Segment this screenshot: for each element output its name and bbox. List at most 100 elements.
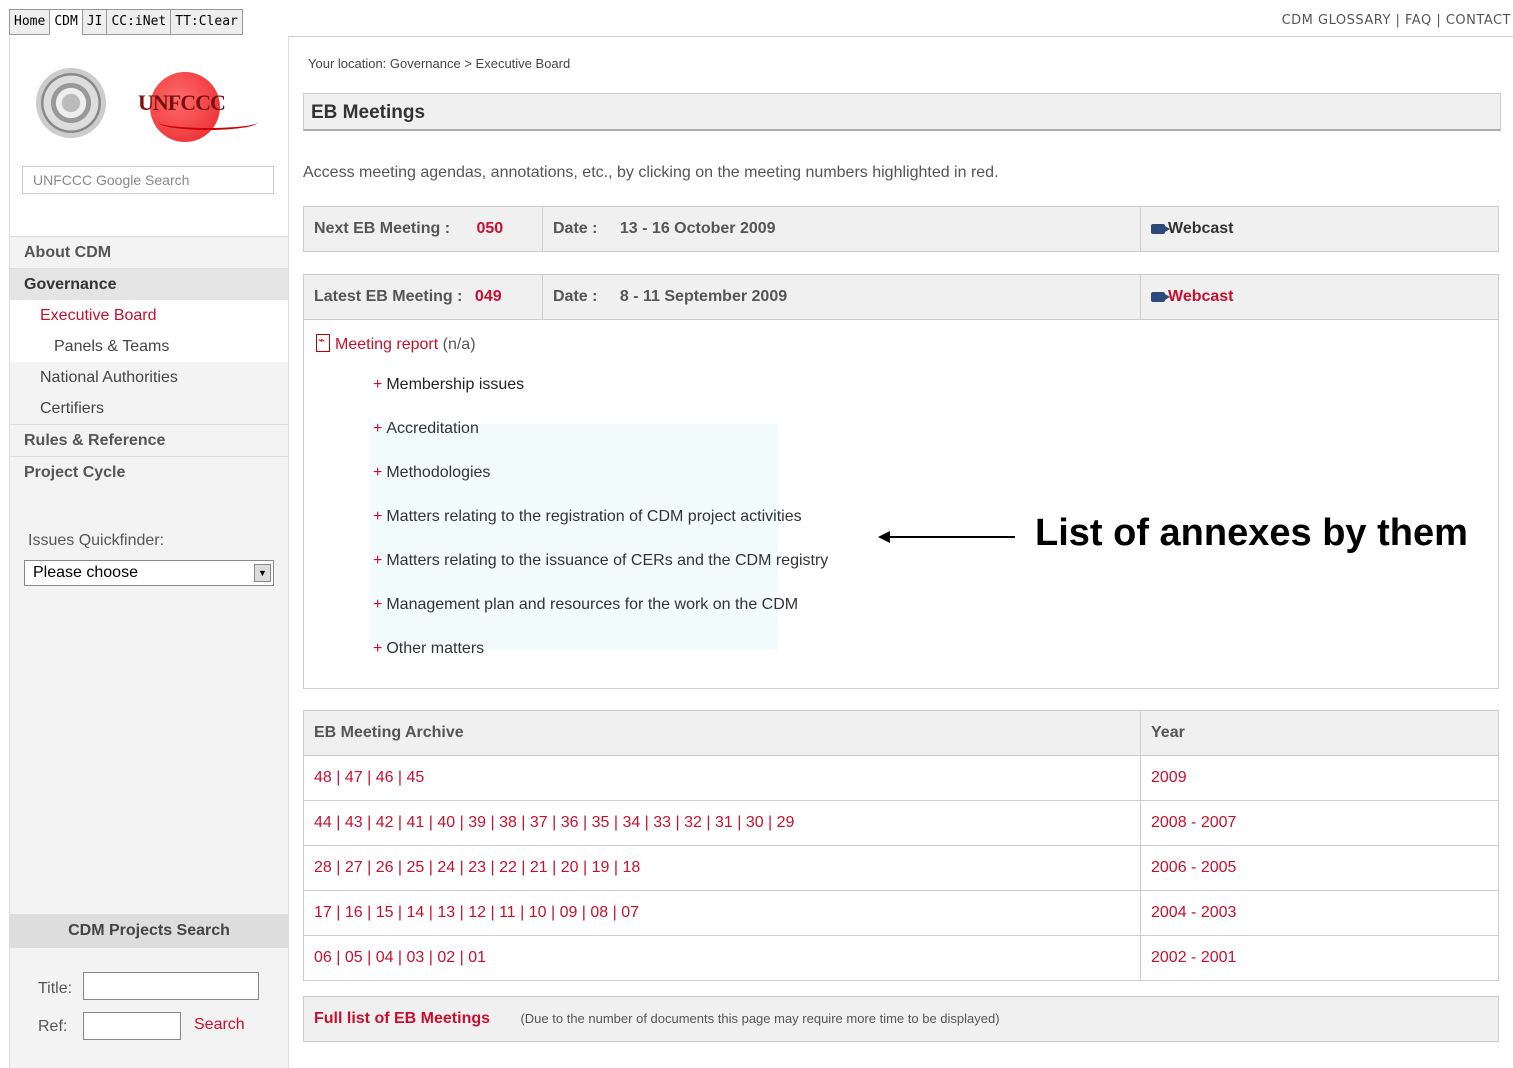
camera-icon (1151, 224, 1170, 234)
archive-year[interactable]: 2008 - 2007 (1151, 814, 1236, 831)
archive-year-cell: 2006 - 2005 (1140, 846, 1498, 890)
unfccc-logo-swoosh (158, 114, 258, 130)
plus-icon: + (373, 464, 383, 481)
quickfinder-select[interactable]: Please choose ▼ (24, 560, 274, 586)
annex-label: Management plan and resources for the wo… (386, 596, 799, 613)
next-meeting-table: Next EB Meeting : 050 Date : 13 - 16 Oct… (303, 206, 1499, 252)
next-webcast-label: Webcast (1168, 220, 1234, 237)
sidebar-item-project-cycle[interactable]: Project Cycle (10, 456, 288, 488)
search-button[interactable]: Search (194, 1016, 245, 1034)
tab-ji[interactable]: JI (81, 9, 107, 35)
callout-arrow-icon (878, 531, 1015, 543)
archive-table: EB Meeting Archive Year 48 | 47 | 46 | 4… (303, 710, 1499, 981)
unfccc-logo-text: UNFCCC (138, 90, 226, 115)
annex-label: Methodologies (386, 464, 491, 481)
archive-meeting-links[interactable]: 06 | 05 | 04 | 03 | 02 | 01 (314, 949, 486, 966)
archive-meeting-links[interactable]: 44 | 43 | 42 | 41 | 40 | 39 | 38 | 37 | … (314, 814, 794, 831)
annex-item[interactable]: + Matters relating to the registration of… (373, 508, 802, 526)
latest-meeting-number-link[interactable]: 049 (475, 288, 502, 305)
tab-ttclear[interactable]: TT:Clear (170, 9, 243, 35)
table-row: 28 | 27 | 26 | 25 | 24 | 23 | 22 | 21 | … (304, 845, 1498, 890)
archive-meetings-cell: 28 | 27 | 26 | 25 | 24 | 23 | 22 | 21 | … (304, 846, 1140, 890)
callout-text: List of annexes by them (1035, 512, 1468, 554)
annex-highlight (370, 424, 778, 650)
full-list-cell: Full list of EB Meetings (Due to the num… (304, 997, 1498, 1041)
next-webcast-cell: Webcast (1140, 207, 1498, 251)
sidebar-item-executive-board[interactable]: Executive Board (10, 300, 288, 331)
archive-header: EB Meeting Archive (314, 724, 464, 741)
sidebar-nav: About CDM Governance Executive Board Pan… (10, 236, 288, 488)
table-row: 06 | 05 | 04 | 03 | 02 | 01 2002 - 2001 (304, 935, 1498, 980)
meeting-report-link[interactable]: Meeting report (335, 336, 438, 353)
latest-meeting-label: Latest EB Meeting : (314, 288, 463, 305)
archive-meeting-links[interactable]: 17 | 16 | 15 | 14 | 13 | 12 | 11 | 10 | … (314, 904, 639, 921)
top-links[interactable]: CDM GLOSSARY | FAQ | CONTACT (1282, 13, 1511, 28)
title-label: Title: (38, 980, 73, 997)
title-input[interactable] (83, 972, 259, 1000)
plus-icon: + (373, 596, 383, 613)
latest-date-label: Date : (553, 288, 598, 305)
quickfinder-label: Issues Quickfinder: (28, 532, 165, 549)
camera-icon (1151, 292, 1170, 302)
plus-icon: + (373, 376, 383, 393)
annex-item[interactable]: + Other matters (373, 640, 484, 658)
archive-header-row: EB Meeting Archive Year (304, 711, 1498, 755)
archive-year[interactable]: 2009 (1151, 769, 1187, 786)
projects-search-heading: CDM Projects Search (10, 914, 288, 948)
top-divider (288, 36, 1513, 37)
annex-item[interactable]: + Management plan and resources for the w… (373, 596, 798, 614)
latest-webcast-link[interactable]: Webcast (1168, 288, 1234, 305)
chevron-down-icon[interactable]: ▼ (254, 564, 271, 582)
annex-label: Matters relating to the registration of … (386, 508, 802, 525)
archive-meeting-links[interactable]: 48 | 47 | 46 | 45 (314, 769, 424, 786)
quickfinder-value: Please choose (33, 564, 138, 581)
archive-year-cell: 2009 (1140, 756, 1498, 800)
next-meeting-row: Next EB Meeting : 050 Date : 13 - 16 Oct… (304, 207, 1498, 251)
sidebar-item-governance[interactable]: Governance (10, 268, 288, 300)
sidebar-item-about-cdm[interactable]: About CDM (10, 236, 288, 268)
plus-icon: + (373, 640, 383, 657)
plus-icon: + (373, 552, 383, 569)
annex-item[interactable]: + Membership issues (373, 376, 524, 394)
archive-meetings-cell: 48 | 47 | 46 | 45 (304, 756, 1140, 800)
next-date-cell: Date : 13 - 16 October 2009 (542, 207, 1140, 251)
tab-home[interactable]: Home (9, 9, 50, 35)
archive-year[interactable]: 2006 - 2005 (1151, 859, 1236, 876)
table-row: 17 | 16 | 15 | 14 | 13 | 12 | 11 | 10 | … (304, 890, 1498, 935)
logo-area: UNFCCC UNFCCC Google Search (10, 36, 288, 236)
annex-item[interactable]: + Matters relating to the issuance of CER… (373, 552, 828, 570)
annex-label: Accreditation (386, 420, 479, 437)
sidebar: UNFCCC UNFCCC Google Search About CDM Go… (9, 36, 289, 1068)
archive-year-cell: 2008 - 2007 (1140, 801, 1498, 845)
sidebar-item-rules-reference[interactable]: Rules & Reference (10, 424, 288, 456)
next-meeting-number-link[interactable]: 050 (476, 220, 503, 237)
latest-meeting-row: Latest EB Meeting : 049 Date : 8 - 11 Se… (304, 275, 1498, 319)
full-list-table: Full list of EB Meetings (Due to the num… (303, 996, 1499, 1042)
top-bar: Home CDM JI CC:iNet TT:Clear CDM GLOSSAR… (0, 0, 1513, 38)
latest-webcast-cell: Webcast (1140, 275, 1498, 319)
archive-year[interactable]: 2004 - 2003 (1151, 904, 1236, 921)
unfccc-logo[interactable]: UNFCCC (130, 66, 260, 146)
annex-label: Membership issues (386, 376, 525, 393)
annex-item[interactable]: + Accreditation (373, 420, 479, 438)
sidebar-item-certifiers[interactable]: Certifiers (10, 393, 288, 424)
full-list-link[interactable]: Full list of EB Meetings (314, 1010, 490, 1027)
archive-year-cell: 2002 - 2001 (1140, 936, 1498, 980)
tab-ccinet[interactable]: CC:iNet (106, 9, 171, 35)
next-meeting-cell: Next EB Meeting : 050 (304, 207, 542, 251)
archive-meetings-cell: 06 | 05 | 04 | 03 | 02 | 01 (304, 936, 1140, 980)
meeting-report-note: (n/a) (442, 336, 476, 353)
latest-date-cell: Date : 8 - 11 September 2009 (542, 275, 1140, 319)
archive-meeting-links[interactable]: 28 | 27 | 26 | 25 | 24 | 23 | 22 | 21 | … (314, 859, 640, 876)
google-search-input[interactable]: UNFCCC Google Search (22, 166, 274, 194)
ref-input[interactable] (83, 1012, 181, 1040)
latest-meeting-cell: Latest EB Meeting : 049 (304, 275, 542, 319)
sidebar-item-national-authorities[interactable]: National Authorities (10, 362, 288, 393)
plus-icon: + (373, 508, 383, 525)
archive-year[interactable]: 2002 - 2001 (1151, 949, 1236, 966)
sidebar-item-panels-teams[interactable]: Panels & Teams (10, 331, 288, 362)
latest-meeting-details: Meeting report (n/a) +Membership issues … (304, 319, 1498, 688)
tab-cdm[interactable]: CDM (49, 9, 82, 35)
meeting-report: Meeting report (n/a) (316, 333, 476, 354)
annex-item[interactable]: + Methodologies (373, 464, 490, 482)
